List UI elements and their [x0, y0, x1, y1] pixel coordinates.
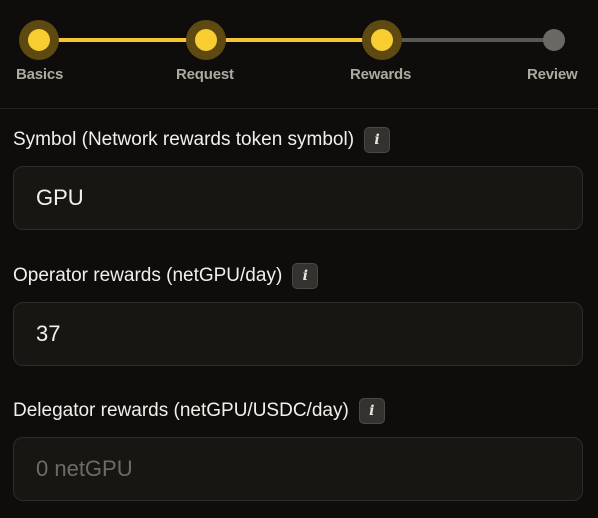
symbol-field-group: Symbol (Network rewards token symbol) i … [13, 126, 583, 230]
operator-rewards-input[interactable]: 37 [13, 302, 583, 366]
delegator-rewards-label: Delegator rewards (netGPU/USDC/day) [13, 400, 349, 421]
delegator-rewards-input[interactable]: 0 netGPU [13, 437, 583, 501]
step-review-indicator[interactable] [543, 29, 565, 51]
stepper-track-pending [382, 38, 554, 42]
step-basics-indicator[interactable] [19, 20, 59, 60]
step-review-label[interactable]: Review [527, 66, 578, 83]
info-icon[interactable]: i [292, 263, 319, 289]
step-rewards-label[interactable]: Rewards [350, 66, 411, 83]
stepper-divider [0, 108, 598, 109]
symbol-input[interactable]: GPU [13, 166, 583, 230]
symbol-label: Symbol (Network rewards token symbol) [13, 129, 355, 150]
operator-rewards-label: Operator rewards (netGPU/day) [13, 265, 283, 286]
progress-stepper: Basics Request Rewards Review [0, 0, 598, 108]
step-rewards-indicator[interactable] [362, 20, 402, 60]
step-basics-label[interactable]: Basics [16, 66, 63, 83]
step-request-label[interactable]: Request [176, 66, 234, 83]
step-request-indicator[interactable] [186, 20, 226, 60]
info-icon[interactable]: i [364, 127, 391, 153]
info-icon[interactable]: i [358, 398, 385, 424]
operator-rewards-field-group: Operator rewards (netGPU/day) i 37 [13, 262, 583, 366]
delegator-rewards-field-group: Delegator rewards (netGPU/USDC/day) i 0 … [13, 397, 583, 501]
